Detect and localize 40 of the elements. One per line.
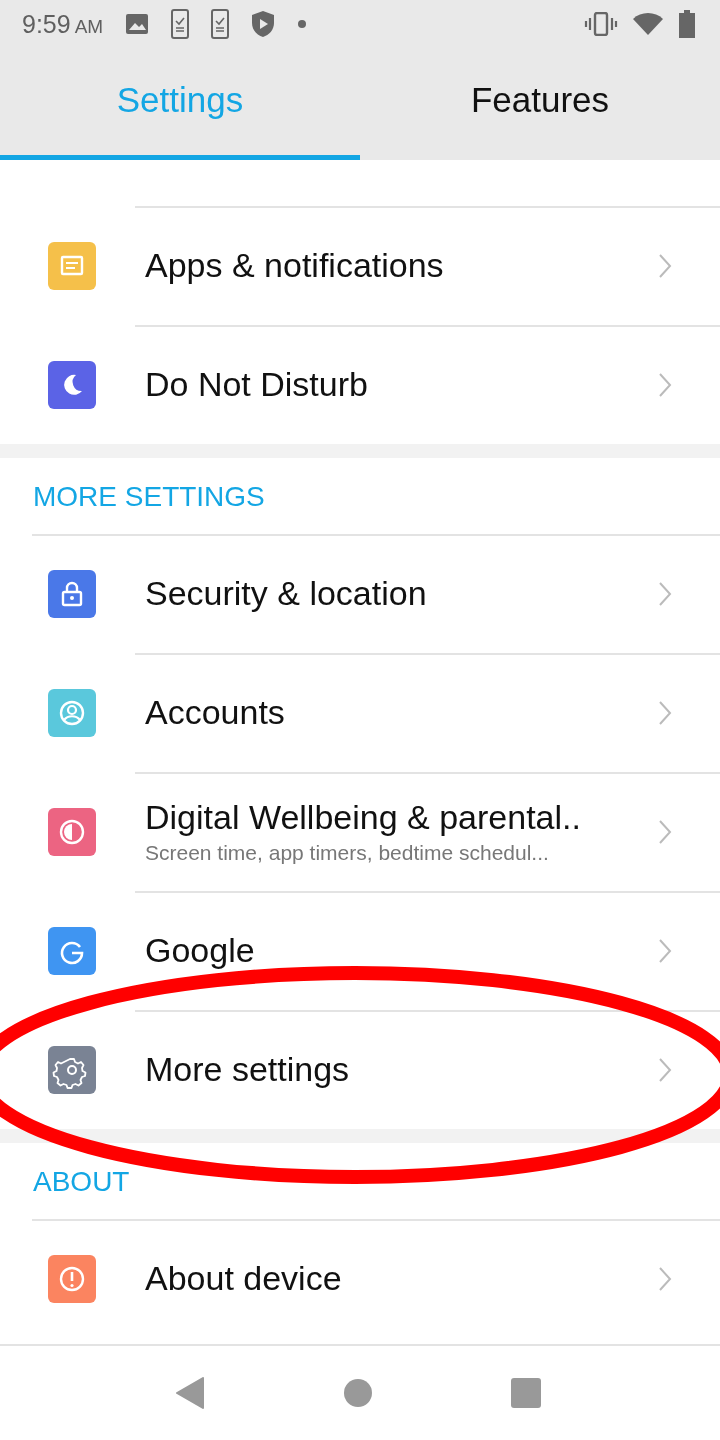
shield-play-icon (251, 10, 276, 38)
back-icon[interactable] (175, 1377, 205, 1409)
settings-row[interactable]: More settings (0, 1010, 720, 1129)
row-title: Apps & notifications (145, 246, 445, 285)
vibrate-icon (584, 12, 618, 36)
row-title: Accounts (145, 693, 286, 732)
chevron-icon (658, 1056, 672, 1083)
image-icon (125, 13, 150, 35)
tab[interactable]: Features (360, 48, 720, 160)
wifi-icon (632, 12, 664, 36)
settings-row[interactable]: Apps & notifications (0, 206, 720, 325)
chevron-icon (658, 252, 672, 279)
home-icon[interactable] (343, 1378, 373, 1408)
chevron-icon (658, 1265, 672, 1292)
chevron-icon (658, 371, 672, 398)
settings-row[interactable]: Do Not Disturb (0, 325, 720, 444)
settings-row[interactable]: Security & location (0, 534, 720, 653)
chevron-icon (658, 699, 672, 726)
status-meridiem: AM (74, 15, 104, 38)
status-time: 9:59 (22, 9, 71, 39)
row-title: Google (145, 931, 256, 970)
section-header: ABOUT (32, 1165, 131, 1199)
battery-icon (678, 10, 696, 38)
row-title: More settings (145, 1050, 351, 1089)
chevron-icon (658, 580, 672, 607)
settings-row[interactable]: Digital Wellbeing & parental.. Screen time, app timers, bedtime schedul... (0, 772, 720, 891)
section-header: MORE SETTINGS (32, 480, 266, 514)
row-subtitle: Screen time, app timers, bedtime schedul... (145, 841, 550, 865)
row-title: Do Not Disturb (145, 365, 369, 404)
row-title: Security & location (145, 574, 428, 613)
row-title: About device (145, 1259, 343, 1298)
settings-row[interactable]: Accounts (0, 653, 720, 772)
chevron-icon (658, 937, 672, 964)
phone-check-icon (211, 9, 230, 39)
settings-row[interactable]: Google (0, 891, 720, 1010)
chevron-icon (658, 818, 672, 845)
phone-check-icon (171, 9, 190, 39)
row-title: Digital Wellbeing & parental.. (145, 798, 582, 837)
settings-row[interactable]: About device (0, 1219, 720, 1338)
dot-icon (297, 19, 308, 29)
